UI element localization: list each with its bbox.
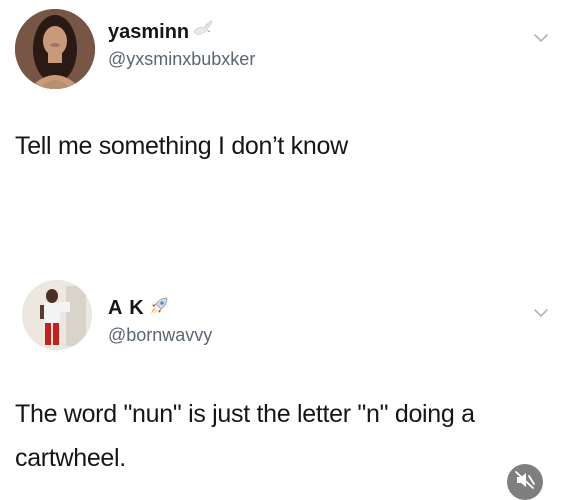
rocket-icon [148, 295, 170, 322]
speaker-muted-icon [515, 470, 535, 494]
avatar-photo [15, 9, 95, 89]
display-name[interactable]: yasminn [108, 21, 189, 44]
dove-icon [192, 20, 214, 45]
chevron-down-icon[interactable] [533, 305, 549, 317]
name-row: A K [108, 295, 170, 322]
user-handle[interactable]: @bornwavvy [108, 325, 212, 346]
display-name[interactable]: A K [108, 297, 145, 320]
tweet: yasminn @yxsminxbubxker Tell me somethin… [0, 0, 564, 250]
user-handle[interactable]: @yxsminxbubxker [108, 49, 255, 70]
mute-button[interactable] [507, 464, 543, 500]
avatar[interactable] [15, 9, 95, 89]
name-row: yasminn [108, 20, 214, 45]
tweet-text: The word "nun" is just the letter "n" do… [15, 400, 475, 472]
tweet-text: Tell me something I don’t know [15, 132, 348, 160]
avatar[interactable] [22, 280, 92, 350]
avatar-photo [22, 280, 92, 350]
chevron-down-icon[interactable] [533, 30, 549, 42]
tweet: A K @bornwavvy The word "nun" is just th… [0, 268, 564, 499]
